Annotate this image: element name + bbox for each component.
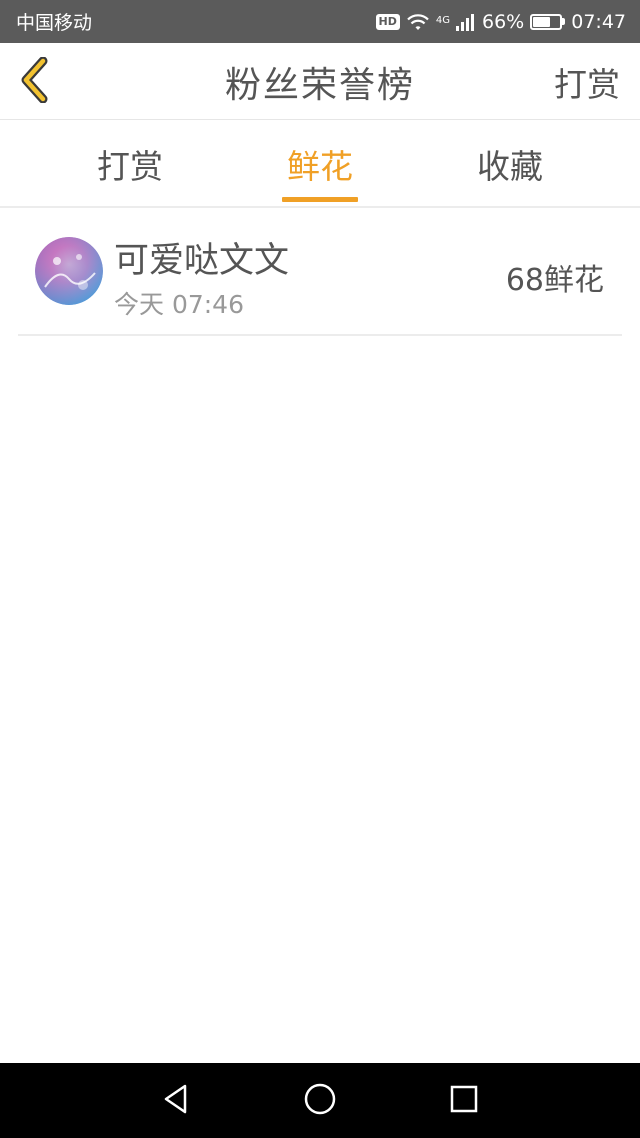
list-item[interactable]: 可爱哒文文 今天 07:46 68鲜花	[18, 210, 622, 336]
user-avatar	[35, 237, 103, 305]
circle-home-icon	[303, 1082, 337, 1120]
status-icons: HD 4G 66% 07:47	[375, 10, 626, 33]
status-bar: 中国移动 HD 4G 66% 07:47	[0, 0, 640, 43]
signal-icon	[456, 12, 476, 32]
active-tab-indicator	[282, 197, 358, 202]
system-home-button[interactable]	[296, 1077, 344, 1125]
reward-button[interactable]: 打赏	[554, 43, 620, 120]
battery-icon	[530, 13, 566, 30]
tab-flowers[interactable]: 鲜花	[270, 120, 370, 208]
nav-bar: 粉丝荣誉榜 打赏	[0, 43, 640, 120]
wifi-icon	[406, 12, 430, 32]
page-title: 粉丝荣誉榜	[224, 64, 415, 106]
tab-favorites[interactable]: 收藏	[460, 120, 560, 208]
fan-list: 可爱哒文文 今天 07:46 68鲜花	[0, 210, 640, 336]
chevron-left-icon	[19, 56, 49, 107]
network-label: 4G	[435, 14, 450, 26]
square-recent-icon	[449, 1084, 479, 1118]
timestamp: 今天 07:46	[114, 290, 244, 319]
flower-count: 68鲜花	[505, 263, 604, 298]
system-back-button[interactable]	[152, 1077, 200, 1125]
user-name: 可爱哒文文	[114, 241, 290, 281]
hd-icon: HD	[375, 13, 400, 30]
triangle-back-icon	[161, 1083, 191, 1119]
tab-bar: 打赏 鲜花 收藏	[0, 120, 640, 208]
carrier-label: 中国移动	[16, 12, 93, 34]
back-button[interactable]	[14, 56, 54, 107]
battery-percent: 66%	[482, 10, 525, 33]
tab-reward[interactable]: 打赏	[80, 120, 180, 208]
system-recent-button[interactable]	[440, 1077, 488, 1125]
clock: 07:47	[571, 10, 626, 33]
system-nav-bar	[0, 1063, 640, 1138]
